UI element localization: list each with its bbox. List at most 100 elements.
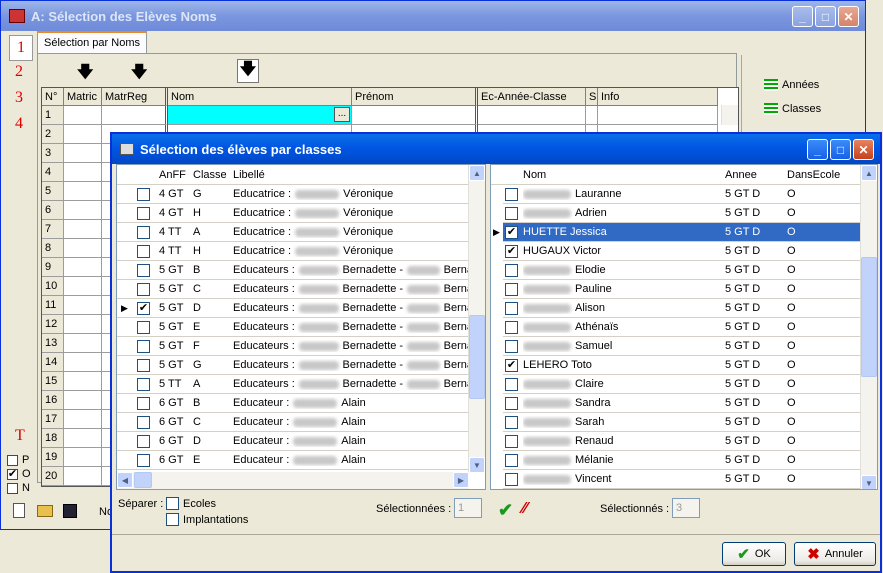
table-row[interactable]: 1... [42,106,738,125]
edit-button[interactable]: ... [334,107,350,122]
scroll-thumb[interactable] [861,257,877,377]
col-matric[interactable]: Matric [64,88,102,106]
uncheck-all-icon[interactable]: ⁄⁄ [522,500,527,518]
col-s[interactable]: S [586,88,598,106]
filter-n-checkbox[interactable]: N [7,481,31,495]
scroll-left-icon[interactable]: ◀ [117,472,133,488]
grid-cell[interactable] [64,448,102,467]
student-checkbox[interactable] [505,339,518,353]
ok-button[interactable]: ✔ OK [722,542,786,566]
check-all-icon[interactable]: ✔ [498,500,513,521]
class-row[interactable]: 5 GT F Educateurs : Bernadette - Berna [117,337,485,356]
new-file-icon[interactable] [13,503,25,518]
student-checkbox[interactable]: ✔ [505,244,518,258]
col-dansecole[interactable]: DansEcole [787,169,857,181]
col-nom-eleve[interactable]: Nom [523,169,725,181]
arrow-down-icon[interactable]: 🡇 [131,61,147,88]
class-row[interactable]: 5 GT G Educateurs : Bernadette - Berna [117,356,485,375]
class-row[interactable]: 4 GT G Educatrice : Véronique [117,185,485,204]
student-row[interactable]: Lauranne 5 GT D O [491,184,877,204]
close-button[interactable]: ✕ [838,6,859,27]
class-checkbox[interactable] [137,377,150,391]
step-2[interactable]: 2 [15,63,23,81]
hscroll-thumb[interactable] [134,472,152,488]
grid-cell[interactable] [64,391,102,410]
students-vscroll[interactable]: ▲ ▼ [860,165,877,489]
grid-cell[interactable] [64,429,102,448]
student-checkbox[interactable] [505,282,518,296]
student-row[interactable]: Sarah 5 GT D O [491,412,877,432]
col-info[interactable]: Info [598,88,718,106]
col-num[interactable]: N° [42,88,64,106]
col-ec-annee-classe[interactable]: Ec-Année-Classe [478,88,586,106]
class-row[interactable]: ▶ ✔ 5 GT D Educateurs : Bernadette - Berna [117,299,485,318]
grid-cell[interactable] [102,106,168,125]
student-checkbox[interactable] [505,263,518,277]
class-checkbox[interactable] [137,453,150,467]
scroll-up-icon[interactable]: ▲ [861,165,877,181]
dialog-minimize-button[interactable]: _ [807,139,828,160]
arrow-down-icon[interactable]: 🡇 [237,59,259,83]
class-row[interactable]: 5 TT A Educateurs : Bernadette - Berna [117,375,485,394]
student-checkbox[interactable] [505,206,518,220]
cancel-button[interactable]: ✖ Annuler [794,542,876,566]
student-row[interactable]: Vincent 5 GT D O [491,469,877,489]
student-checkbox[interactable] [505,415,518,429]
class-checkbox[interactable] [137,434,150,448]
dialog-maximize-button[interactable]: □ [830,139,851,160]
grid-cell[interactable] [586,106,598,125]
grid-cell[interactable] [64,334,102,353]
student-checkbox[interactable] [505,453,518,467]
open-folder-icon[interactable] [37,505,53,517]
class-row[interactable]: 6 GT B Educateur : Alain [117,394,485,413]
student-row[interactable]: Samuel 5 GT D O [491,336,877,356]
student-checkbox[interactable] [505,434,518,448]
grid-cell[interactable] [64,372,102,391]
class-checkbox[interactable] [137,320,150,334]
grid-scrollbar[interactable] [721,105,738,125]
class-row[interactable]: 5 GT B Educateurs : Bernadette - Berna [117,261,485,280]
class-checkbox[interactable]: ✔ [137,301,150,315]
classes-list[interactable]: AnFF Classe Libellé 4 GT G Educatrice : Vér… [116,164,486,490]
step-4[interactable]: 4 [15,115,23,133]
grid-cell[interactable] [64,353,102,372]
arrow-down-icon[interactable]: 🡇 [77,61,93,88]
implantations-checkbox[interactable]: Implantations [166,513,248,526]
class-checkbox[interactable] [137,358,150,372]
col-nom[interactable]: Nom [168,88,352,106]
annees-button[interactable]: Années [764,79,819,91]
class-row[interactable]: 4 TT H Educatrice : Véronique [117,242,485,261]
class-row[interactable]: 4 TT A Educatrice : Véronique [117,223,485,242]
students-list[interactable]: Nom Annee DansEcole Lauranne 5 GT D O Adrie… [490,164,878,490]
student-checkbox[interactable]: ✔ [505,358,518,372]
filter-o-checkbox[interactable]: ✔ O [7,467,31,481]
col-prenom[interactable]: Prénom [352,88,478,106]
student-row[interactable]: Adrien 5 GT D O [491,203,877,223]
col-libelle[interactable]: Libellé [233,169,433,181]
grid-cell[interactable] [64,144,102,163]
classes-hscroll[interactable]: ◀ ▶ [117,472,469,489]
scroll-down-icon[interactable]: ▼ [861,475,877,489]
class-checkbox[interactable] [137,206,150,220]
classes-vscroll[interactable]: ▲ ▼ [468,165,485,473]
grid-cell[interactable] [64,163,102,182]
class-checkbox[interactable] [137,187,150,201]
grid-cell[interactable] [64,277,102,296]
student-checkbox[interactable] [505,396,518,410]
classes-button[interactable]: Classes [764,103,821,115]
grid-cell[interactable] [64,315,102,334]
grid-cell[interactable] [478,106,586,125]
grid-cell[interactable] [64,296,102,315]
grid-cell[interactable] [64,258,102,277]
col-anff[interactable]: AnFF [159,169,193,181]
grid-cell[interactable] [64,201,102,220]
col-matrreg[interactable]: MatrReg [102,88,168,106]
grid-cell[interactable] [64,125,102,144]
grid-cell[interactable] [64,106,102,125]
grid-cell[interactable] [64,220,102,239]
class-checkbox[interactable] [137,263,150,277]
filter-p-checkbox[interactable]: P [7,453,31,467]
scroll-right-icon[interactable]: ▶ [453,472,469,488]
student-row[interactable]: Elodie 5 GT D O [491,260,877,280]
student-row[interactable]: Sandra 5 GT D O [491,393,877,413]
